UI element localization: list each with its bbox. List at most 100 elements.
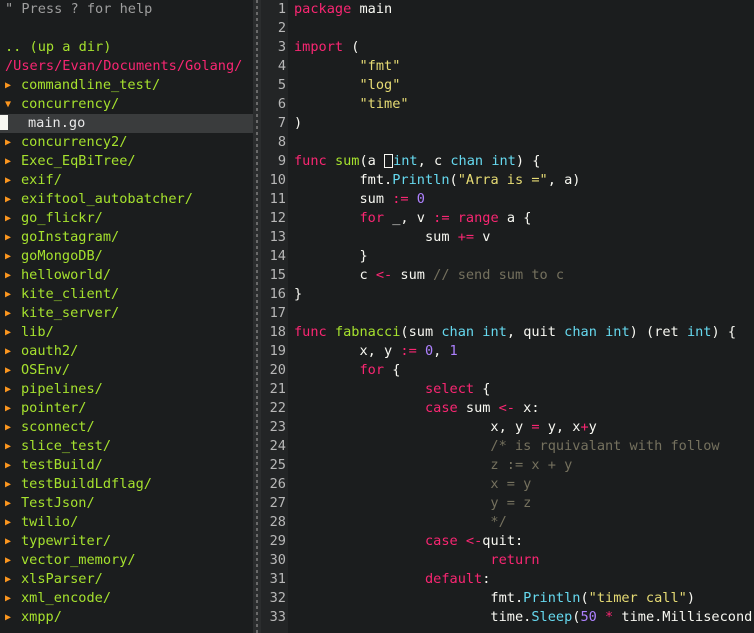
tree-dir-item[interactable]: ▶ xml_encode/ [0,589,253,608]
triangle-right-icon[interactable]: ▶ [5,342,21,361]
tree-dir-item[interactable]: ▶ exif/ [0,171,253,190]
triangle-right-icon[interactable]: ▶ [5,418,21,437]
triangle-right-icon[interactable]: ▶ [5,228,21,247]
triangle-right-icon[interactable]: ▶ [5,285,21,304]
code-line[interactable]: "fmt" [294,57,754,76]
code-line[interactable] [294,304,754,323]
tree-dir-item[interactable]: ▶ vector_memory/ [0,551,253,570]
code-line[interactable]: case sum <- x: [294,399,754,418]
tree-dir-item[interactable]: ▶ xmpp/ [0,608,253,627]
code-line[interactable]: import ( [294,38,754,57]
tree-dir-item[interactable]: ▶ goMongoDB/ [0,247,253,266]
code-token: x, y [294,419,532,435]
code-line[interactable]: package main [294,0,754,19]
triangle-right-icon[interactable]: ▶ [5,133,21,152]
tree-dir-item[interactable]: ▶ OSEnv/ [0,361,253,380]
code-buffer[interactable]: package main import ( "fmt" "log" "time")… [294,0,754,627]
tree-up-dir[interactable]: .. (up a dir) [0,38,253,57]
triangle-right-icon[interactable]: ▶ [5,171,21,190]
triangle-right-icon[interactable]: ▶ [5,437,21,456]
triangle-right-icon[interactable]: ▶ [5,304,21,323]
tree-dir-item[interactable]: ▶ exiftool_autobatcher/ [0,190,253,209]
code-line[interactable]: for _, v := range a { [294,209,754,228]
triangle-right-icon[interactable]: ▶ [5,361,21,380]
code-line[interactable]: case <-quit: [294,532,754,551]
tree-dir-item[interactable]: ▶ lib/ [0,323,253,342]
code-line[interactable]: x, y = y, x+y [294,418,754,437]
triangle-right-icon[interactable]: ▶ [5,551,21,570]
triangle-right-icon[interactable]: ▶ [5,513,21,532]
tree-dir-item[interactable]: ▶ concurrency2/ [0,133,253,152]
code-line[interactable]: "time" [294,95,754,114]
tree-dir-item[interactable]: ▶ go_flickr/ [0,209,253,228]
line-number: 29 [269,533,286,549]
triangle-right-icon[interactable]: ▶ [5,475,21,494]
triangle-right-icon[interactable]: ▶ [5,380,21,399]
tree-dir-item[interactable]: ▶ goInstagram/ [0,228,253,247]
code-line[interactable]: } [294,247,754,266]
tree-dir-item[interactable]: ▶ slice_test/ [0,437,253,456]
triangle-right-icon[interactable]: ▶ [5,532,21,551]
code-token: package [294,1,352,17]
tree-dir-item[interactable]: ▶ commandline_test/ [0,76,253,95]
code-line[interactable]: /* is rquivalant with follow [294,437,754,456]
code-line[interactable]: return [294,551,754,570]
code-line[interactable]: } [294,285,754,304]
tree-dir-item[interactable]: ▶ pipelines/ [0,380,253,399]
tree-dir-item[interactable]: ▶ oauth2/ [0,342,253,361]
triangle-down-icon[interactable]: ▼ [5,95,21,114]
tree-dir-item[interactable]: ▶ pointer/ [0,399,253,418]
triangle-right-icon[interactable]: ▶ [5,152,21,171]
code-line[interactable]: sum := 0 [294,190,754,209]
code-editor[interactable]: 1 2 3 4 5 6 7 8 9 10 11 12 13 14 15 16 17 18 19 20 21 22 23 24 2… [261,0,754,633]
tree-item-label: concurrency2 [21,134,120,150]
triangle-right-icon[interactable]: ▶ [5,399,21,418]
code-line[interactable]: for { [294,361,754,380]
code-line[interactable]: func sum(a int, c chan int) { [294,152,754,171]
triangle-right-icon[interactable]: ▶ [5,494,21,513]
tree-dir-item[interactable]: ▶ xlsParser/ [0,570,253,589]
code-line[interactable]: fmt.Println("timer call") [294,589,754,608]
tree-dir-item[interactable]: ▶ TestJson/ [0,494,253,513]
code-line[interactable]: c <- sum // send sum to c [294,266,754,285]
triangle-right-icon[interactable]: ▶ [5,589,21,608]
code-line[interactable]: y = z [294,494,754,513]
code-line[interactable]: fmt.Println("Arra is =", a) [294,171,754,190]
tree-file-item[interactable]: main.go [0,114,253,133]
code-line[interactable]: sum += v [294,228,754,247]
tree-dir-item[interactable]: ▶ kite_client/ [0,285,253,304]
tree-dir-item[interactable]: ▶ sconnect/ [0,418,253,437]
tree-dir-item[interactable]: ▶ typewriter/ [0,532,253,551]
triangle-right-icon[interactable]: ▶ [5,323,21,342]
code-line[interactable]: x = y [294,475,754,494]
triangle-right-icon[interactable]: ▶ [5,456,21,475]
tree-dir-item[interactable]: ▶ Exec_EqBiTree/ [0,152,253,171]
triangle-right-icon[interactable]: ▶ [5,190,21,209]
code-line[interactable]: z := x + y [294,456,754,475]
code-line[interactable]: select { [294,380,754,399]
tree-dir-item[interactable]: ▶ testBuildLdflag/ [0,475,253,494]
tree-dir-item[interactable]: ▶ twilio/ [0,513,253,532]
triangle-right-icon[interactable]: ▶ [5,570,21,589]
vertical-split-divider[interactable] [253,0,261,633]
triangle-right-icon[interactable]: ▶ [5,76,21,95]
tree-dir-item[interactable]: ▶ kite_server/ [0,304,253,323]
code-line[interactable]: default: [294,570,754,589]
code-line[interactable] [294,133,754,152]
triangle-right-icon[interactable]: ▶ [5,209,21,228]
triangle-right-icon[interactable]: ▶ [5,608,21,627]
code-line[interactable] [294,19,754,38]
tree-dir-item[interactable]: ▼ concurrency/ [0,95,253,114]
code-line[interactable]: func fabnacci(sum chan int, quit chan in… [294,323,754,342]
triangle-right-icon[interactable]: ▶ [5,247,21,266]
tree-root-path[interactable]: /Users/Evan/Documents/Golang/ [0,57,253,76]
code-line[interactable]: x, y := 0, 1 [294,342,754,361]
tree-dir-item[interactable]: ▶ testBuild/ [0,456,253,475]
code-line[interactable]: */ [294,513,754,532]
code-line[interactable]: "log" [294,76,754,95]
triangle-right-icon[interactable]: ▶ [5,266,21,285]
code-line[interactable]: ) [294,114,754,133]
tree-dir-item[interactable]: ▶ helloworld/ [0,266,253,285]
code-line[interactable]: time.Sleep(50 * time.Millisecond) [294,608,754,627]
nerdtree-panel[interactable]: " Press ? for help .. (up a dir) /Users/… [0,0,253,633]
